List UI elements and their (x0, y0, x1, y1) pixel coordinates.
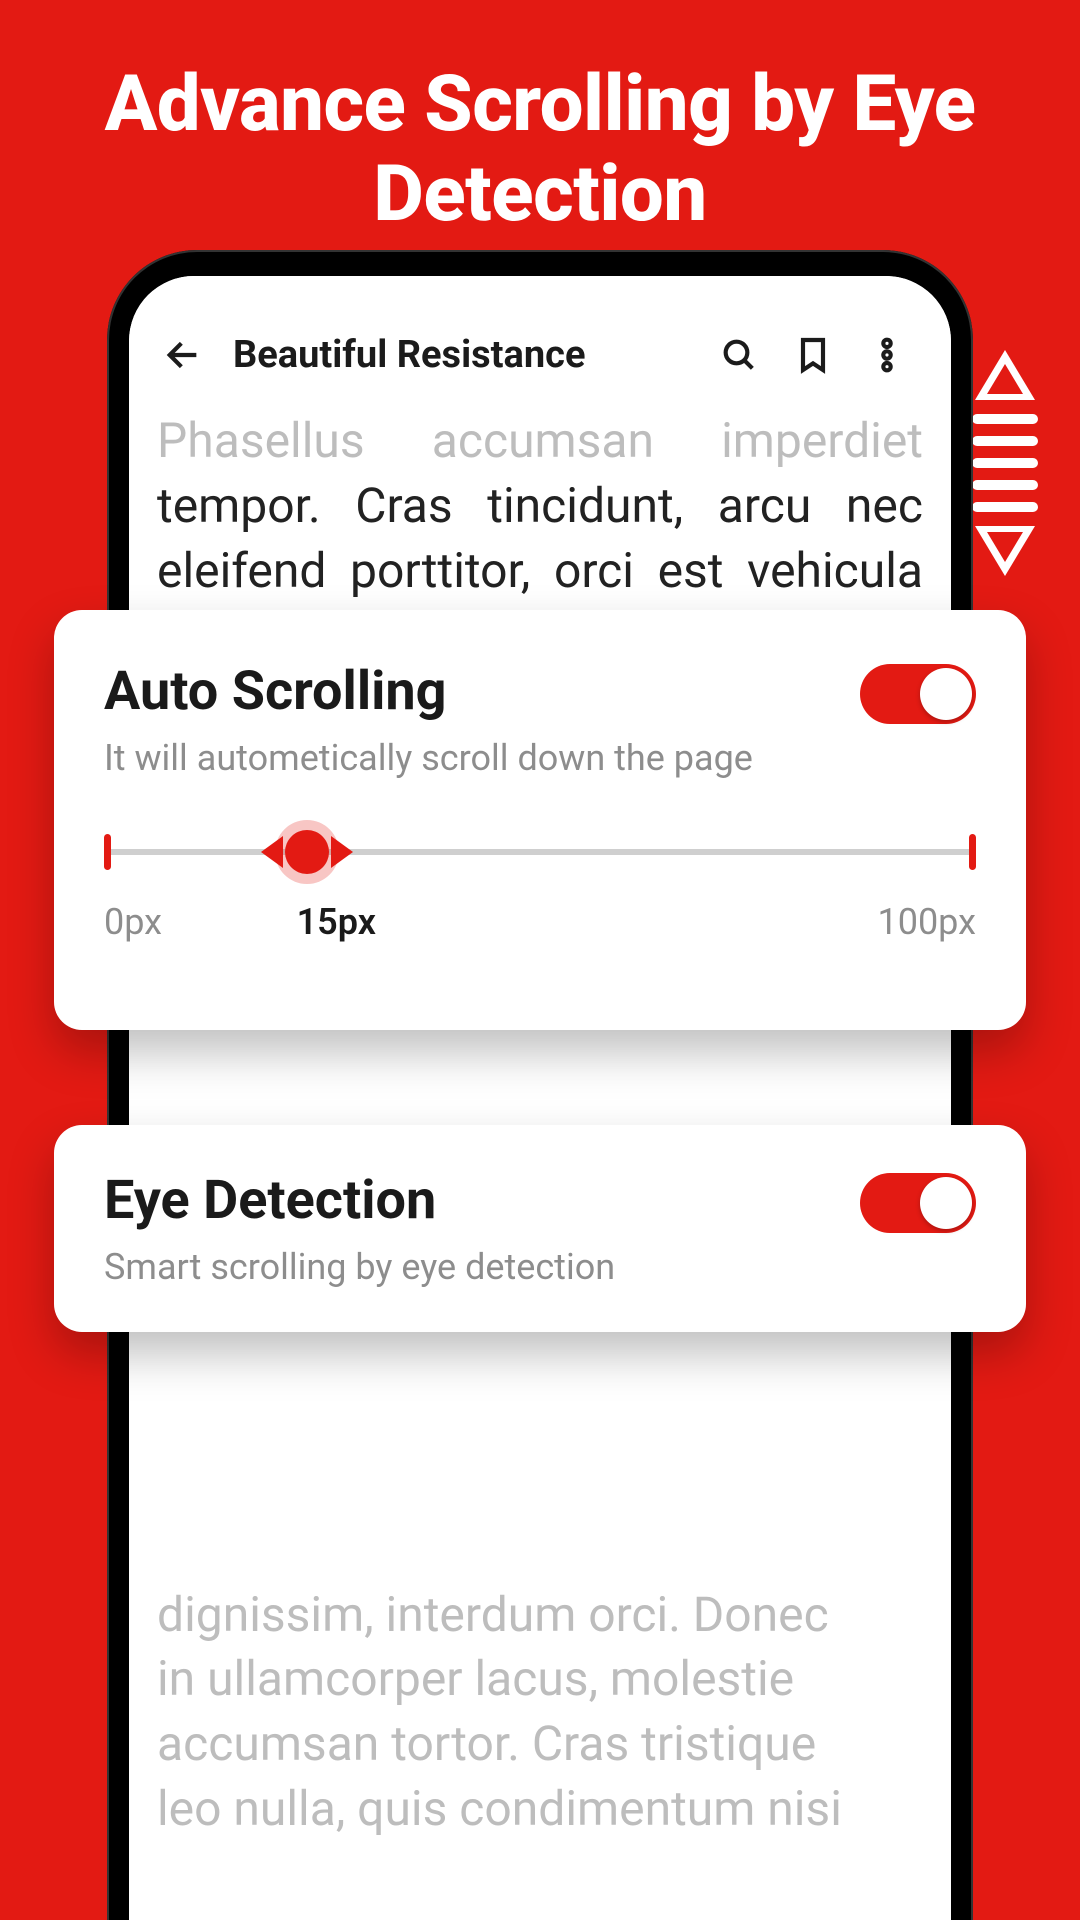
slider-knob[interactable] (285, 830, 329, 874)
auto-scrolling-title: Auto Scrolling (104, 660, 753, 723)
document-title: Beautiful Resistance (233, 333, 585, 377)
scroll-speed-slider[interactable]: 0px 15px 100px (104, 849, 976, 943)
reader-line: in ullamcorper lacus, molestie (157, 1647, 923, 1712)
eye-detection-card: Eye Detection Smart scrolling by eye det… (54, 1125, 1026, 1332)
more-button[interactable] (863, 331, 911, 379)
scroll-bars-icon (972, 414, 1038, 512)
reader-line: Phasellus accumsan imperdiet (157, 412, 923, 469)
chevron-down-icon (975, 526, 1035, 576)
reader-line: leo nulla, quis condimentum nisi (157, 1777, 923, 1842)
search-button[interactable] (715, 331, 763, 379)
auto-scrolling-subtitle: It will autometically scroll down the pa… (104, 737, 753, 779)
auto-scrolling-toggle[interactable] (860, 664, 976, 724)
back-button[interactable] (159, 331, 207, 379)
slider-value-label: 15px (297, 901, 376, 943)
slider-max-label: 100px (877, 901, 976, 943)
eye-detection-toggle[interactable] (860, 1173, 976, 1233)
eye-detection-title: Eye Detection (104, 1169, 615, 1232)
eye-detection-subtitle: Smart scrolling by eye detection (104, 1246, 615, 1288)
phone-frame: Beautiful Resistance Phasellus accumsan … (107, 250, 973, 1920)
reader-line: accumsan tortor. Cras tristique (157, 1712, 923, 1777)
app-bar: Beautiful Resistance (129, 276, 951, 409)
reader-line: dignissim, interdum orci. Donec (157, 1583, 923, 1648)
chevron-up-icon (975, 350, 1035, 400)
bookmark-button[interactable] (789, 331, 837, 379)
scroll-indicator (972, 350, 1038, 576)
phone-screen: Beautiful Resistance Phasellus accumsan … (129, 276, 951, 1920)
auto-scrolling-card: Auto Scrolling It will autometically scr… (54, 610, 1026, 1030)
slider-min-label: 0px (104, 901, 162, 943)
promo-headline: Advance Scrolling by Eye Detection (0, 0, 1080, 279)
